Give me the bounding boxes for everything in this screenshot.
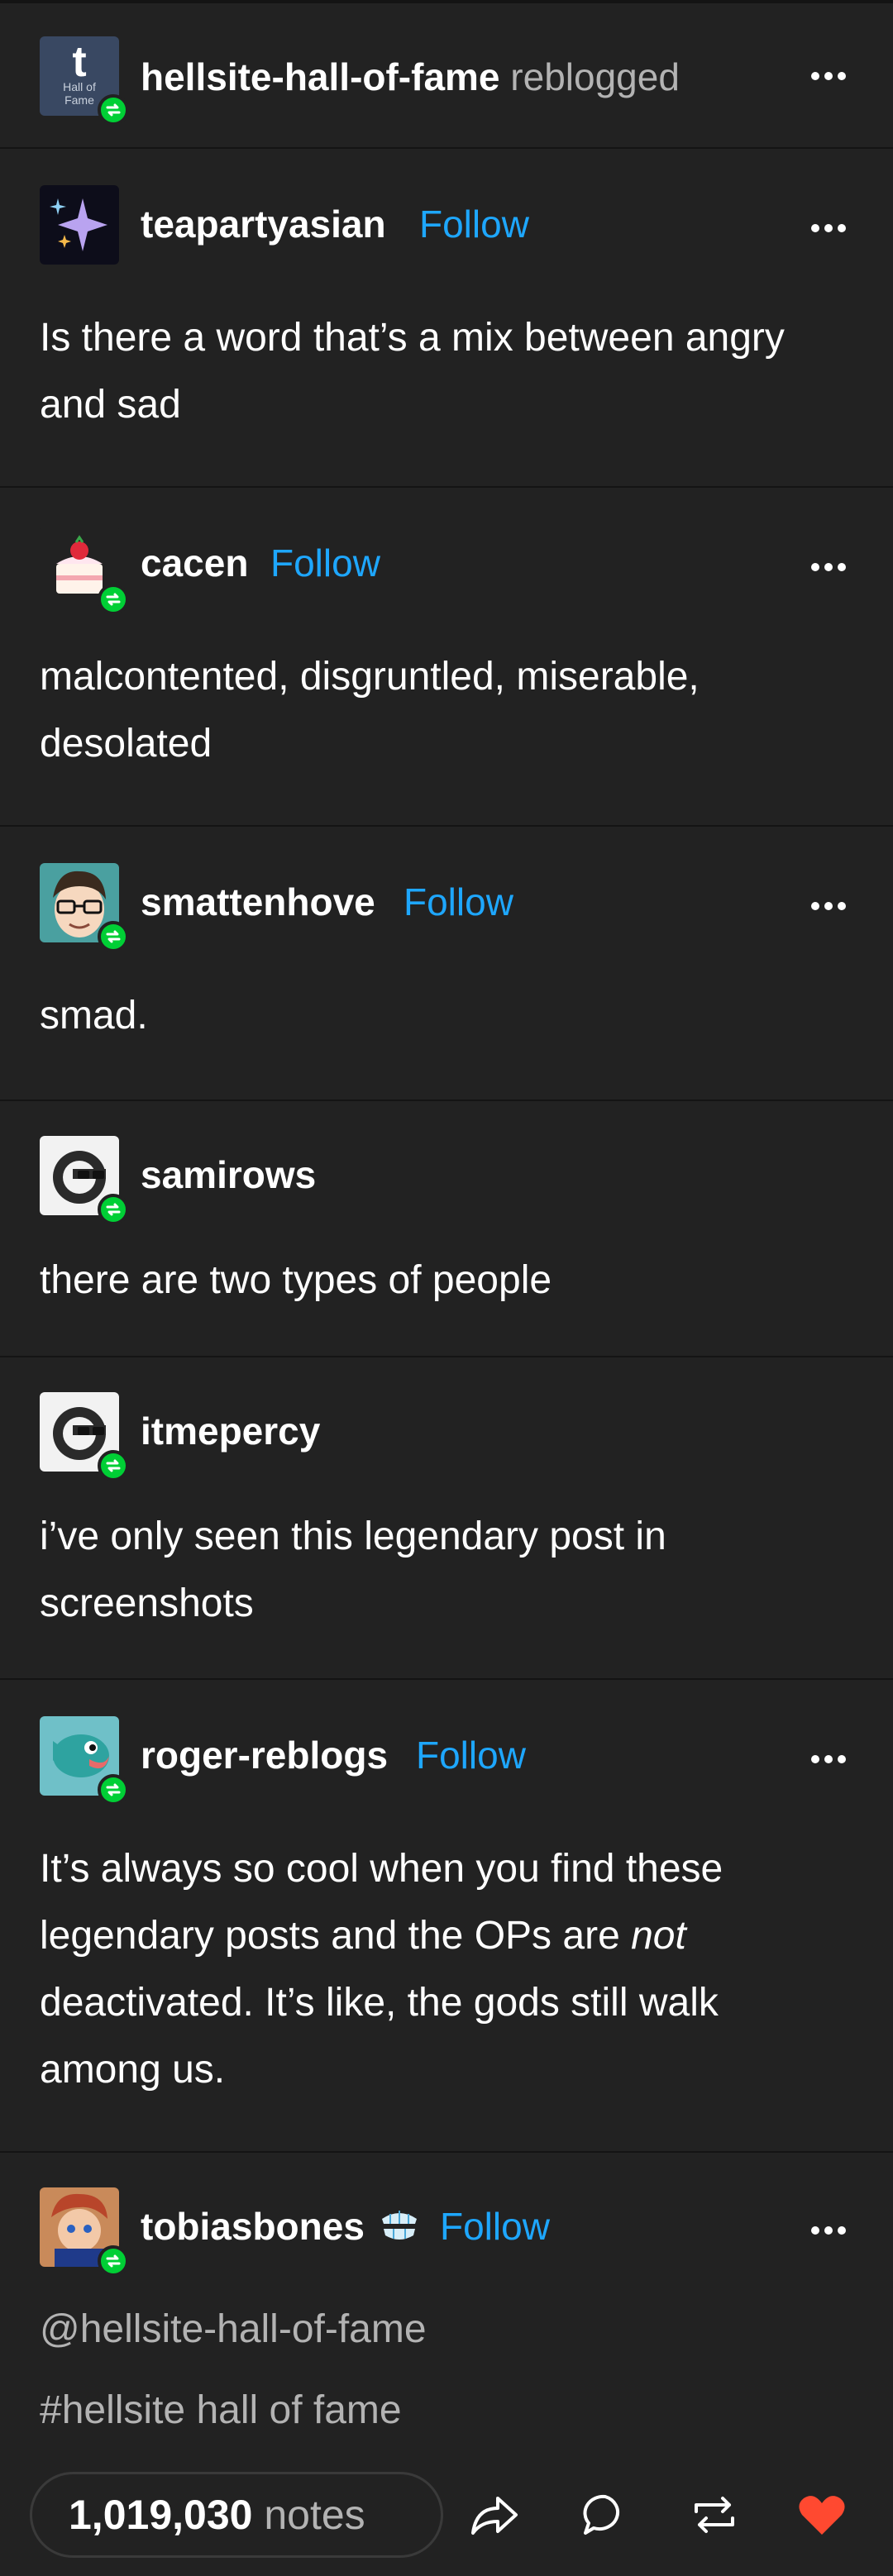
glasses-man-avatar[interactable] (40, 863, 129, 952)
tag-link[interactable]: #hellsite hall of fame (40, 2388, 402, 2433)
notes-count: 1,019,030 (69, 2492, 253, 2538)
follow-button[interactable]: Follow (404, 880, 513, 924)
reply-icon[interactable] (579, 2488, 632, 2541)
follow-button[interactable]: Follow (419, 202, 529, 246)
follow-button[interactable]: Follow (440, 2204, 550, 2249)
reblog-icon[interactable] (688, 2488, 741, 2541)
more-options-icon[interactable] (809, 69, 853, 86)
tumblr-t-logo: t (72, 38, 86, 86)
reblog-badge-icon (98, 1774, 129, 1806)
post-text-part-2: deactivated. It’s like, the gods still w… (40, 1981, 719, 2092)
post-itmepercy: itmepercy i’ve only seen this legendary … (0, 1357, 893, 1680)
notes-button[interactable]: 1,019,030 notes (30, 2472, 443, 2558)
post-samirows: samirows there are two types of people (0, 1101, 893, 1357)
reblog-badge-icon (98, 94, 129, 126)
post-text-part-1: It’s always so cool when you find these … (40, 1847, 723, 1958)
reblog-badge-icon (98, 921, 129, 952)
follow-button[interactable]: Follow (416, 1733, 526, 1777)
post-username[interactable]: tobiasbones (141, 2204, 365, 2249)
post-username[interactable]: itmepercy (141, 1409, 320, 1453)
reblog-header: t Hall of Fame hellsite-hall-of-fame reb… (0, 3, 893, 149)
mention-link[interactable]: @hellsite-hall-of-fame (40, 2306, 427, 2352)
sparkle-avatar[interactable] (40, 185, 119, 265)
more-options-icon[interactable] (809, 222, 853, 238)
follow-button[interactable]: Follow (270, 541, 380, 585)
post-text: malcontented, disgruntled, miserable, de… (40, 655, 700, 766)
post-cacen: cacen Follow malcontented, disgruntled, … (0, 488, 893, 827)
post-teapartyasian: teapartyasian Follow Is there a word tha… (0, 149, 893, 488)
sunglasses-face-avatar[interactable] (40, 1136, 129, 1225)
more-options-icon[interactable] (809, 899, 853, 916)
reblog-badge-icon (98, 584, 129, 615)
reblog-badge-icon (98, 1450, 129, 1481)
more-options-icon[interactable] (809, 1753, 853, 1769)
post-text-emphasis: not (631, 1914, 686, 1958)
share-icon[interactable] (468, 2488, 521, 2541)
post-text: Is there a word that’s a mix between ang… (40, 316, 785, 427)
post-username[interactable]: smattenhove (141, 880, 375, 924)
like-heart-icon[interactable] (795, 2488, 848, 2541)
post-username[interactable]: cacen (141, 541, 248, 585)
post-username[interactable]: teapartyasian (141, 202, 386, 246)
post-text: i’ve only seen this legendary post in sc… (40, 1515, 666, 1625)
reblogger-username[interactable]: hellsite-hall-of-fame (141, 55, 500, 98)
post-username[interactable]: roger-reblogs (141, 1733, 388, 1777)
post-roger-reblogs: roger-reblogs Follow It’s always so cool… (0, 1680, 893, 2153)
hellsite-avatar[interactable]: t Hall of Fame (40, 36, 129, 126)
post-footer: 1,019,030 notes (0, 2464, 893, 2576)
cartoon-boy-avatar[interactable] (40, 2187, 129, 2277)
reblogged-label: reblogged (510, 55, 680, 98)
more-options-icon[interactable] (809, 2224, 853, 2240)
post-tobiasbones: tobiasbones Follow @hellsite-hall-of-fam… (0, 2153, 893, 2475)
reblog-badge-icon (98, 2245, 129, 2277)
teeth-icon (382, 2211, 417, 2240)
more-options-icon[interactable] (809, 561, 853, 577)
post-smattenhove: smattenhove Follow smad. (0, 827, 893, 1101)
reblog-badge-icon (98, 1194, 129, 1225)
avatar-subtext-hall: Hall of (63, 80, 96, 93)
notes-label: notes (264, 2492, 365, 2538)
reblogger-name[interactable]: hellsite-hall-of-fame reblogged (141, 55, 680, 99)
post-text: there are two types of people (40, 1258, 552, 1302)
cake-avatar[interactable] (40, 526, 129, 615)
post-text: It’s always so cool when you find these … (40, 1835, 833, 2103)
sunglasses-face-avatar[interactable] (40, 1392, 129, 1481)
avatar-subtext-fame: Fame (64, 93, 94, 107)
fish-avatar[interactable] (40, 1716, 129, 1806)
post-username[interactable]: samirows (141, 1152, 316, 1197)
post-text: smad. (40, 994, 148, 1038)
